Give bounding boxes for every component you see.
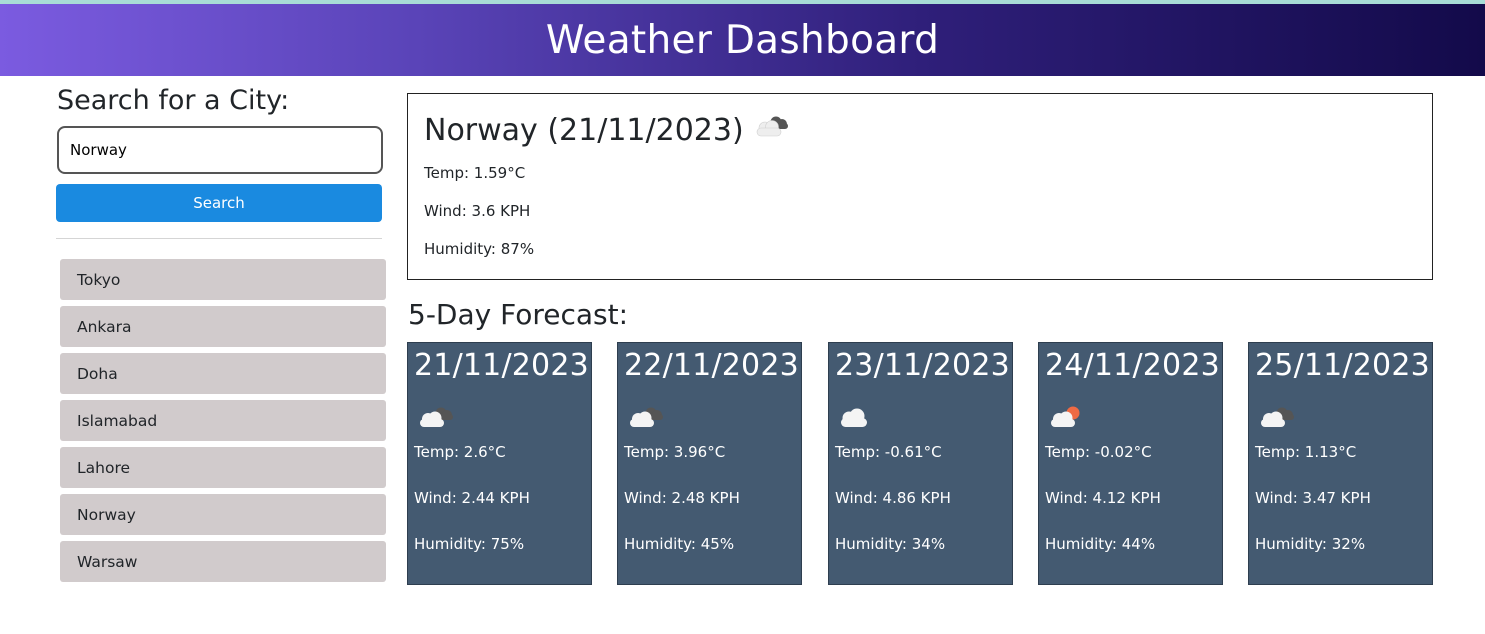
divider	[56, 238, 382, 239]
app-header: Weather Dashboard	[0, 4, 1485, 76]
search-button[interactable]: Search	[56, 184, 382, 222]
forecast-temp: Temp: 1.13°C	[1255, 443, 1357, 461]
broken-clouds-icon	[1255, 403, 1426, 433]
search-history-list: Tokyo Ankara Doha Islamabad Lahore Norwa…	[60, 259, 386, 588]
history-item-norway[interactable]: Norway	[60, 494, 386, 535]
forecast-date: 24/11/2023	[1045, 348, 1220, 383]
current-wind: Wind: 3.6 KPH	[424, 202, 531, 220]
forecast-humidity: Humidity: 34%	[835, 535, 946, 553]
current-temp: Temp: 1.59°C	[424, 164, 526, 182]
forecast-date: 22/11/2023	[624, 348, 799, 383]
forecast-temp: Temp: 3.96°C	[624, 443, 726, 461]
forecast-date: 25/11/2023	[1255, 348, 1430, 383]
forecast-card: 23/11/2023 Temp: -0.61°C Wind: 4.86 KPH …	[828, 342, 1013, 585]
forecast-date: 21/11/2023	[414, 348, 589, 383]
history-item-lahore[interactable]: Lahore	[60, 447, 386, 488]
forecast-humidity: Humidity: 32%	[1255, 535, 1366, 553]
broken-clouds-icon	[414, 403, 585, 433]
page-title: Weather Dashboard	[545, 17, 940, 63]
history-item-islamabad[interactable]: Islamabad	[60, 400, 386, 441]
broken-clouds-icon	[752, 111, 790, 149]
forecast-humidity: Humidity: 45%	[624, 535, 735, 553]
forecast-humidity: Humidity: 75%	[414, 535, 525, 553]
forecast-heading: 5-Day Forecast:	[408, 298, 629, 331]
partly-cloudy-icon	[1045, 403, 1216, 433]
forecast-date: 23/11/2023	[835, 348, 1010, 383]
current-city-date: Norway (21/11/2023)	[424, 112, 744, 148]
broken-clouds-icon	[624, 403, 795, 433]
forecast-card: 21/11/2023 Temp: 2.6°C Wind: 2.44 KPH Hu…	[407, 342, 592, 585]
forecast-card: 22/11/2023 Temp: 3.96°C Wind: 2.48 KPH H…	[617, 342, 802, 585]
history-item-doha[interactable]: Doha	[60, 353, 386, 394]
forecast-wind: Wind: 2.44 KPH	[414, 489, 530, 507]
search-heading: Search for a City:	[57, 85, 290, 116]
city-search-input[interactable]	[57, 126, 383, 174]
forecast-temp: Temp: -0.61°C	[835, 443, 942, 461]
forecast-temp: Temp: 2.6°C	[414, 443, 506, 461]
forecast-wind: Wind: 3.47 KPH	[1255, 489, 1371, 507]
forecast-card: 24/11/2023 Temp: -0.02°C Wind: 4.12 KPH …	[1038, 342, 1223, 585]
history-item-ankara[interactable]: Ankara	[60, 306, 386, 347]
current-humidity: Humidity: 87%	[424, 240, 535, 258]
history-item-warsaw[interactable]: Warsaw	[60, 541, 386, 582]
forecast-wind: Wind: 4.86 KPH	[835, 489, 951, 507]
history-item-tokyo[interactable]: Tokyo	[60, 259, 386, 300]
forecast-wind: Wind: 4.12 KPH	[1045, 489, 1161, 507]
forecast-temp: Temp: -0.02°C	[1045, 443, 1152, 461]
forecast-card: 25/11/2023 Temp: 1.13°C Wind: 3.47 KPH H…	[1248, 342, 1433, 585]
cloud-icon	[835, 403, 1006, 433]
current-weather-card: Norway (21/11/2023) Temp: 1.59°C Wind: 3…	[407, 93, 1433, 280]
forecast-humidity: Humidity: 44%	[1045, 535, 1156, 553]
forecast-wind: Wind: 2.48 KPH	[624, 489, 740, 507]
